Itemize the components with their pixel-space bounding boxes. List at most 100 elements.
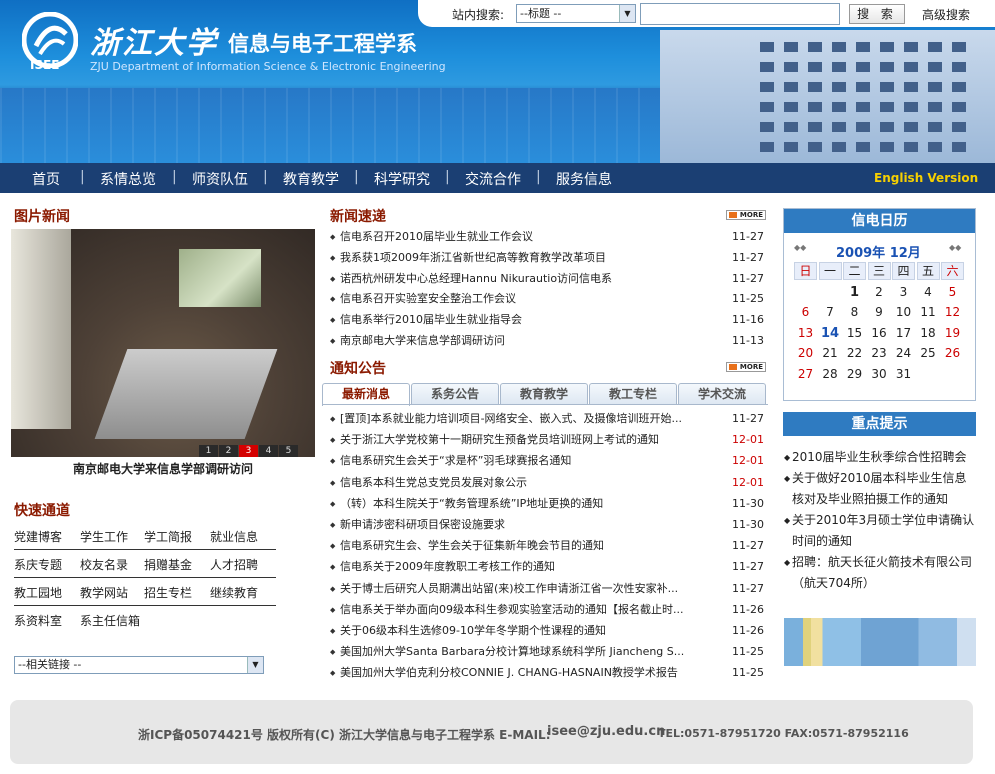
footer-email[interactable]: isee@zju.edu.cn xyxy=(547,724,665,739)
quick-link[interactable]: 教学网站 xyxy=(80,584,128,601)
calendar-prev-month-icon[interactable]: ◆◆ xyxy=(794,243,806,252)
calendar-day[interactable]: 29 xyxy=(843,367,866,381)
calendar-day[interactable]: 30 xyxy=(868,367,891,381)
news-item[interactable]: ◆ 信电系召开实验室安全整治工作会议 11-25 xyxy=(330,290,766,308)
tip-item-text[interactable]: 2010届毕业生秋季综合性招聘会 xyxy=(784,447,976,468)
calendar-day[interactable]: 19 xyxy=(941,326,964,340)
calendar-day[interactable]: 9 xyxy=(868,305,891,319)
calendar-day[interactable]: 26 xyxy=(941,346,964,360)
calendar-day[interactable]: 28 xyxy=(819,367,842,381)
tip-item[interactable]: ◆ 关于2010年3月硕士学位申请确认时间的通知 xyxy=(784,510,976,552)
notice-item-title[interactable]: 关于06级本科生选修09-10学年冬学期个性课程的通知 xyxy=(340,622,718,640)
notices-more-button[interactable]: MORE xyxy=(726,362,766,372)
calendar-day[interactable]: 18 xyxy=(917,326,940,340)
news-more-button[interactable]: MORE xyxy=(726,210,766,220)
tab-notice[interactable]: 教育教学 xyxy=(500,383,588,405)
calendar-day[interactable]: 31 xyxy=(892,367,915,381)
nav-item-home[interactable]: 首页 xyxy=(32,169,60,189)
tab-notice[interactable]: 学术交流 xyxy=(678,383,766,405)
tab-notice[interactable]: 系务公告 xyxy=(411,383,499,405)
quick-link[interactable]: 教工园地 xyxy=(14,584,62,601)
nav-item-education[interactable]: 教育教学 xyxy=(283,169,339,189)
quick-link[interactable]: 学生工作 xyxy=(80,528,128,545)
quick-link[interactable]: 系资料室 xyxy=(14,612,62,629)
calendar-day[interactable]: 16 xyxy=(868,326,891,340)
calendar-day[interactable]: 2 xyxy=(868,285,891,299)
tip-item-text[interactable]: 关于2010年3月硕士学位申请确认时间的通知 xyxy=(784,510,976,552)
news-item-title[interactable]: 信电系举行2010届毕业生就业指导会 xyxy=(340,311,718,329)
notice-item[interactable]: ◆ 美国加州大学伯克利分校CONNIE J. CHANG-HASNAIN教授学术报… xyxy=(330,664,766,682)
notice-item-title[interactable]: 信电系研究生会关于“求是杯”羽毛球赛报名通知 xyxy=(340,452,718,470)
tip-item[interactable]: ◆ 关于做好2010届本科毕业生信息核对及毕业照拍摄工作的通知 xyxy=(784,468,976,510)
photo-pager-item[interactable]: 4 xyxy=(259,445,278,457)
tip-item[interactable]: ◆ 招聘：航天长征火箭技术有限公司（航天704所） xyxy=(784,552,976,594)
search-input[interactable] xyxy=(640,3,840,25)
quick-link[interactable]: 学工简报 xyxy=(144,528,192,545)
notice-item[interactable]: ◆ [置顶]本系就业能力培训项目-网络安全、嵌入式、及摄像培训班开始... 11-2… xyxy=(330,410,766,428)
photo-pager-item[interactable]: 1 xyxy=(199,445,218,457)
calendar-day[interactable]: 17 xyxy=(892,326,915,340)
calendar-day[interactable]: 11 xyxy=(917,305,940,319)
photo-pager-item[interactable]: 3 xyxy=(239,445,258,457)
news-item-title[interactable]: 南京邮电大学来信息学部调研访问 xyxy=(340,332,718,350)
tip-item[interactable]: ◆ 2010届毕业生秋季综合性招聘会 xyxy=(784,447,976,468)
news-item[interactable]: ◆ 信电系召开2010届毕业生就业工作会议 11-27 xyxy=(330,228,766,246)
blurred-banner-image[interactable] xyxy=(784,618,976,666)
calendar-day[interactable]: 3 xyxy=(892,285,915,299)
news-item[interactable]: ◆ 诺西杭州研发中心总经理Hannu Nikurautio访问信电系 11-27 xyxy=(330,270,766,288)
calendar-day[interactable]: 15 xyxy=(843,326,866,340)
quick-link[interactable]: 系庆专题 xyxy=(14,556,62,573)
tab-notice[interactable]: 最新消息 xyxy=(322,383,410,406)
advanced-search-link[interactable]: 高级搜索 xyxy=(922,6,970,23)
calendar-day[interactable]: 10 xyxy=(892,305,915,319)
calendar-day[interactable]: 20 xyxy=(794,346,817,360)
nav-item-cooperation[interactable]: 交流合作 xyxy=(465,169,521,189)
quick-link[interactable]: 捐赠基金 xyxy=(144,556,192,573)
notice-item-title[interactable]: [置顶]本系就业能力培训项目-网络安全、嵌入式、及摄像培训班开始... xyxy=(340,410,718,428)
calendar-day[interactable]: 8 xyxy=(843,305,866,319)
english-version-link[interactable]: English Version xyxy=(874,171,978,185)
nav-item-services[interactable]: 服务信息 xyxy=(556,169,612,189)
notice-item[interactable]: ◆ （转）本科生院关于“教务管理系统”IP地址更换的通知 11-30 xyxy=(330,495,766,513)
calendar-day[interactable]: 5 xyxy=(941,285,964,299)
calendar-day[interactable]: 14 xyxy=(819,326,842,341)
news-item-title[interactable]: 信电系召开实验室安全整治工作会议 xyxy=(340,290,718,308)
quick-link[interactable]: 就业信息 xyxy=(210,528,258,545)
news-item-title[interactable]: 诺西杭州研发中心总经理Hannu Nikurautio访问信电系 xyxy=(340,270,718,288)
news-item-title[interactable]: 我系获1项2009年浙江省新世纪高等教育教学改革项目 xyxy=(340,249,718,267)
news-item[interactable]: ◆ 南京邮电大学来信息学部调研访问 11-13 xyxy=(330,332,766,350)
nav-item-faculty[interactable]: 师资队伍 xyxy=(192,169,248,189)
calendar-next-month-icon[interactable]: ◆◆ xyxy=(949,243,961,252)
notice-item-title[interactable]: 新申请涉密科研项目保密设施要求 xyxy=(340,516,718,534)
quick-link[interactable]: 继续教育 xyxy=(210,584,258,601)
calendar-day[interactable]: 23 xyxy=(868,346,891,360)
quick-link[interactable]: 系主任信箱 xyxy=(80,612,140,629)
quick-link[interactable]: 招生专栏 xyxy=(144,584,192,601)
photo-news-image[interactable] xyxy=(11,229,315,457)
calendar-day[interactable]: 4 xyxy=(917,285,940,299)
notice-item-title[interactable]: 信电系关于2009年度教职工考核工作的通知 xyxy=(340,558,718,576)
nav-item-research[interactable]: 科学研究 xyxy=(374,169,430,189)
notice-item[interactable]: ◆ 信电系研究生会、学生会关于征集新年晚会节目的通知 11-27 xyxy=(330,537,766,555)
related-links-select[interactable]: --相关链接 -- ▼ xyxy=(14,656,264,674)
calendar-day[interactable]: 25 xyxy=(917,346,940,360)
calendar-day[interactable]: 1 xyxy=(843,285,866,300)
news-item[interactable]: ◆ 我系获1项2009年浙江省新世纪高等教育教学改革项目 11-27 xyxy=(330,249,766,267)
notice-item[interactable]: ◆ 美国加州大学Santa Barbara分校计算地球系统科学所 Jianchen… xyxy=(330,643,766,661)
notice-item-title[interactable]: （转）本科生院关于“教务管理系统”IP地址更换的通知 xyxy=(340,495,718,513)
news-item[interactable]: ◆ 信电系举行2010届毕业生就业指导会 11-16 xyxy=(330,311,766,329)
notice-item-title[interactable]: 信电系本科生党总支党员发展对象公示 xyxy=(340,474,718,492)
notice-item[interactable]: ◆ 信电系本科生党总支党员发展对象公示 12-01 xyxy=(330,474,766,492)
quick-link[interactable]: 校友名录 xyxy=(80,556,128,573)
photo-news-caption[interactable]: 南京邮电大学来信息学部调研访问 xyxy=(11,460,315,477)
tip-item-text[interactable]: 招聘：航天长征火箭技术有限公司（航天704所） xyxy=(784,552,976,594)
quick-link[interactable]: 人才招聘 xyxy=(210,556,258,573)
notice-item[interactable]: ◆ 信电系研究生会关于“求是杯”羽毛球赛报名通知 12-01 xyxy=(330,452,766,470)
notice-item-title[interactable]: 美国加州大学Santa Barbara分校计算地球系统科学所 Jiancheng… xyxy=(340,643,718,661)
notice-item[interactable]: ◆ 信电系关于2009年度教职工考核工作的通知 11-27 xyxy=(330,558,766,576)
notice-item[interactable]: ◆ 关于浙江大学党校第十一期研究生预备党员培训班网上考试的通知 12-01 xyxy=(330,431,766,449)
calendar-day[interactable]: 6 xyxy=(794,305,817,319)
quick-link[interactable]: 党建博客 xyxy=(14,528,62,545)
search-type-select[interactable]: --标题 -- ▼ xyxy=(516,4,636,23)
notice-item[interactable]: ◆ 新申请涉密科研项目保密设施要求 11-30 xyxy=(330,516,766,534)
